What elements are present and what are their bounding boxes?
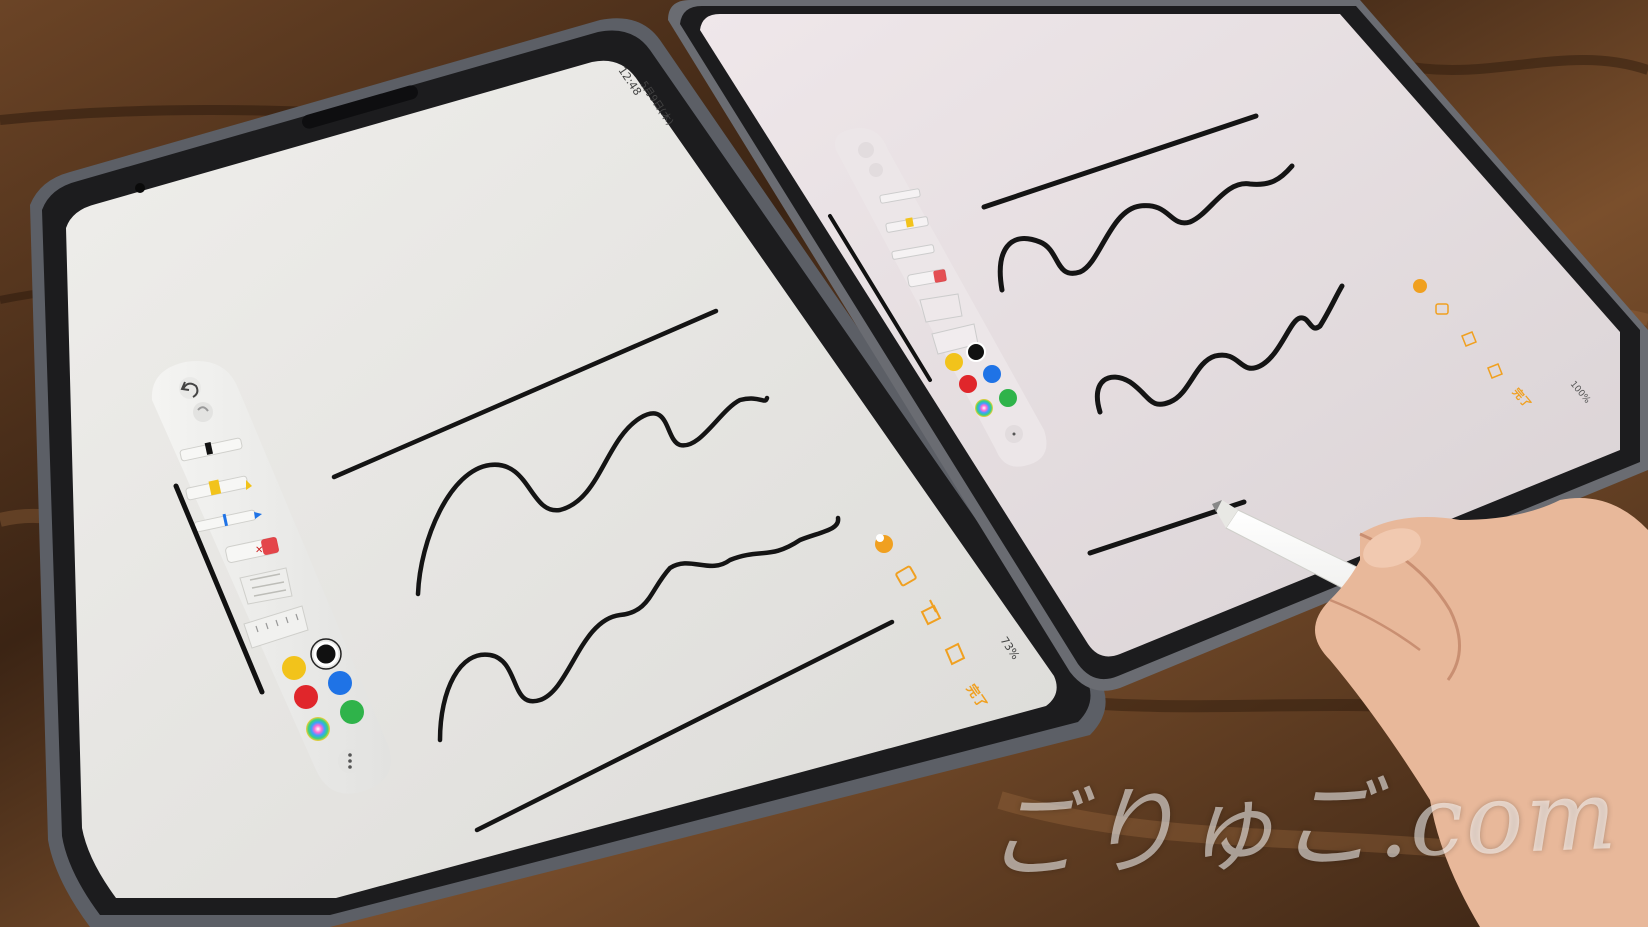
right-color-picker[interactable]: [975, 399, 993, 417]
right-redo-icon[interactable]: [869, 163, 883, 177]
right-color-black[interactable]: [966, 342, 986, 362]
watermark: ごりゅご.com: [983, 758, 1621, 894]
right-color-red[interactable]: [959, 375, 977, 393]
left-undo-icon[interactable]: [179, 377, 201, 399]
left-color-picker[interactable]: [306, 717, 330, 741]
right-color-yellow[interactable]: [945, 353, 963, 371]
left-color-red[interactable]: [294, 685, 318, 709]
left-color-yellow[interactable]: [282, 656, 306, 680]
right-collab-icon[interactable]: [1413, 279, 1427, 293]
left-redo-icon[interactable]: [193, 402, 213, 422]
left-more-icon[interactable]: [338, 749, 362, 773]
left-camera-dot: [135, 183, 145, 193]
right-color-green[interactable]: [999, 389, 1017, 407]
svg-text:✕: ✕: [255, 545, 263, 556]
right-undo-icon[interactable]: [858, 142, 874, 158]
right-color-blue[interactable]: [983, 365, 1001, 383]
left-color-black[interactable]: [313, 641, 339, 667]
left-color-blue[interactable]: [328, 671, 352, 695]
left-color-green[interactable]: [340, 700, 364, 724]
